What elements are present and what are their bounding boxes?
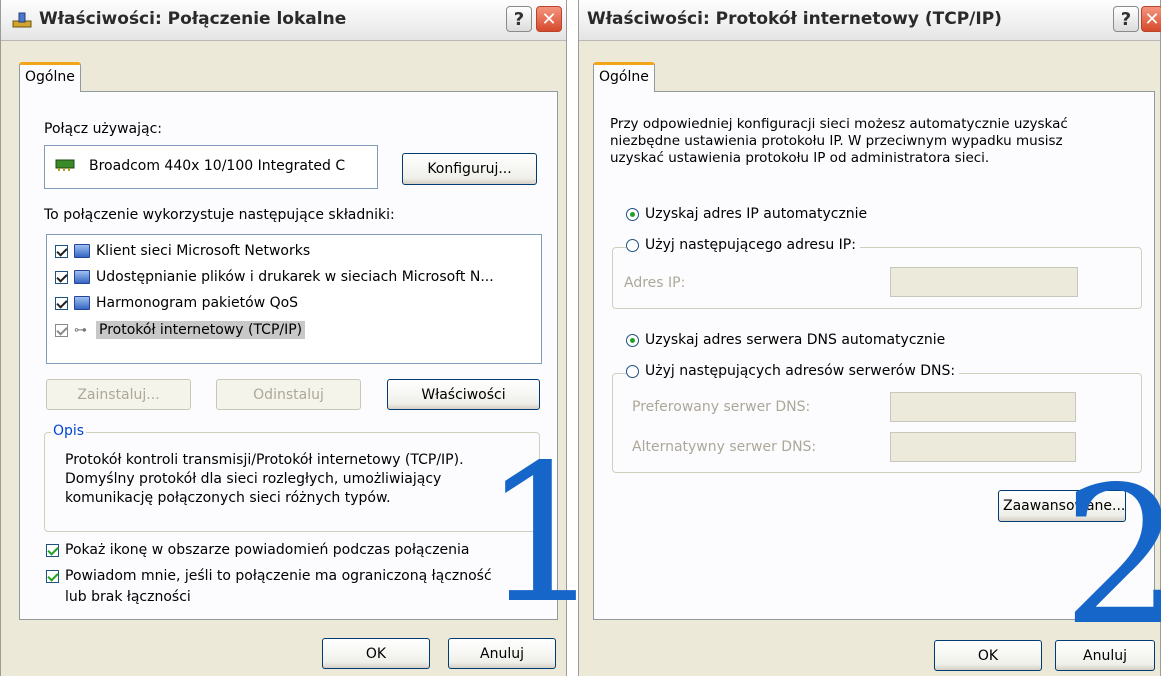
protocol-icon: ⊶: [74, 322, 87, 338]
cancel-button[interactable]: Anuluj: [448, 638, 556, 669]
checkbox[interactable]: [55, 296, 68, 310]
overlay-number-2: 2: [1062, 446, 1161, 667]
install-button[interactable]: Zainstaluj...: [46, 379, 191, 410]
local-connection-properties-dialog: Właściwości: Połączenie lokalne ? ✕ Ogól…: [0, 0, 603, 676]
auto-ip-label: Uzyskaj adres IP automatycznie: [645, 206, 868, 222]
description-group: Opis Protokół kontroli transmisji/Protok…: [44, 423, 540, 532]
description-legend: Opis: [51, 423, 87, 439]
ok-button[interactable]: OK: [934, 640, 1042, 671]
list-item[interactable]: ⊶ Protokół internetowy (TCP/IP): [55, 321, 306, 339]
network-client-icon: [74, 244, 90, 258]
network-connection-icon: [11, 11, 33, 33]
close-button[interactable]: ✕: [536, 6, 562, 32]
manual-dns-label: Użyj następujących adresów serwerów DNS:: [645, 363, 956, 379]
checkbox[interactable]: [55, 323, 68, 337]
tab-general[interactable]: Ogólne: [19, 62, 81, 92]
manual-dns-radio[interactable]: [626, 364, 639, 378]
auto-dns-option[interactable]: Uzyskaj adres serwera DNS automatycznie: [626, 332, 945, 348]
manual-ip-option[interactable]: Użyj następującego adresu IP:: [626, 237, 860, 253]
help-button[interactable]: ?: [506, 6, 532, 32]
window-title: Właściwości: Połączenie lokalne: [39, 9, 347, 29]
components-label: To połączenie wykorzystuje następujące s…: [44, 207, 395, 223]
preferred-dns-field[interactable]: [890, 392, 1076, 422]
alternate-dns-label: Alternatywny serwer DNS:: [632, 439, 817, 455]
show-icon-label: Pokaż ikonę w obszarze powiadomień podcz…: [65, 542, 470, 558]
window-title: Właściwości: Protokół internetowy (TCP/I…: [587, 9, 1002, 29]
list-item[interactable]: Udostępnianie plików i drukarek w siecia…: [55, 269, 494, 285]
properties-button[interactable]: Właściwości: [387, 379, 540, 410]
notify-option[interactable]: Powiadom mnie, jeśli to połączenie ma og…: [46, 568, 492, 584]
manual-ip-label: Użyj następującego adresu IP:: [645, 237, 856, 253]
tab-general[interactable]: Ogólne: [593, 62, 655, 92]
auto-ip-option[interactable]: Uzyskaj adres IP automatycznie: [626, 206, 867, 222]
ip-address-label: Adres IP:: [624, 275, 686, 291]
configure-button[interactable]: Konfiguruj...: [402, 153, 537, 185]
general-tab-panel: Połącz używając: Broadcom 440x 10/100 In…: [19, 91, 603, 630]
auto-dns-radio[interactable]: [626, 333, 639, 347]
file-sharing-icon: [74, 270, 90, 284]
title-bar[interactable]: Właściwości: Protokół internetowy (TCP/I…: [579, 0, 1161, 41]
checkbox[interactable]: [55, 244, 68, 258]
adapter-name: Broadcom 440x 10/100 Integrated C: [89, 158, 346, 174]
list-item[interactable]: Klient sieci Microsoft Networks: [55, 243, 310, 259]
help-button[interactable]: ?: [1113, 6, 1139, 32]
list-item[interactable]: Harmonogram pakietów QoS: [55, 295, 298, 311]
title-bar[interactable]: Właściwości: Połączenie lokalne ? ✕: [1, 0, 566, 41]
tcpip-properties-dialog: Właściwości: Protokół internetowy (TCP/I…: [578, 0, 1161, 676]
notify-label-continued: lub brak łączności: [65, 589, 191, 605]
ok-button[interactable]: OK: [322, 638, 430, 669]
intro-text: Przy odpowiedniej konfiguracji sieci moż…: [610, 116, 1068, 166]
general-tab-panel: Przy odpowiedniej konfiguracji sieci moż…: [593, 91, 1161, 652]
notify-checkbox[interactable]: [46, 569, 59, 583]
checkbox[interactable]: [55, 270, 68, 284]
auto-dns-label: Uzyskaj adres serwera DNS automatycznie: [645, 332, 946, 348]
ip-address-field[interactable]: [890, 267, 1078, 297]
show-icon-checkbox[interactable]: [46, 543, 59, 557]
adapter-field: Broadcom 440x 10/100 Integrated C: [44, 145, 378, 189]
component-label: Protokół internetowy (TCP/IP): [96, 321, 306, 339]
component-label: Harmonogram pakietów QoS: [96, 295, 299, 311]
manual-dns-option[interactable]: Użyj następujących adresów serwerów DNS:: [626, 363, 960, 379]
show-icon-option[interactable]: Pokaż ikonę w obszarze powiadomień podcz…: [46, 542, 470, 558]
cancel-button[interactable]: Anuluj: [1055, 640, 1155, 671]
component-label: Udostępnianie plików i drukarek w siecia…: [96, 269, 494, 285]
preferred-dns-label: Preferowany serwer DNS:: [632, 399, 811, 415]
components-list[interactable]: Klient sieci Microsoft Networks Udostępn…: [46, 234, 542, 364]
manual-ip-radio[interactable]: [626, 238, 639, 252]
connect-using-label: Połącz używając:: [44, 121, 162, 137]
description-text: Protokół kontroli transmisji/Protokół in…: [65, 452, 464, 506]
notify-label: Powiadom mnie, jeśli to połączenie ma og…: [65, 568, 492, 584]
component-label: Klient sieci Microsoft Networks: [96, 243, 311, 259]
adapter-icon: [55, 158, 75, 176]
alternate-dns-field[interactable]: [890, 432, 1076, 462]
qos-scheduler-icon: [74, 296, 90, 310]
auto-ip-radio[interactable]: [626, 207, 639, 221]
uninstall-button[interactable]: Odinstaluj: [216, 379, 361, 410]
close-button[interactable]: ✕: [1141, 6, 1161, 32]
